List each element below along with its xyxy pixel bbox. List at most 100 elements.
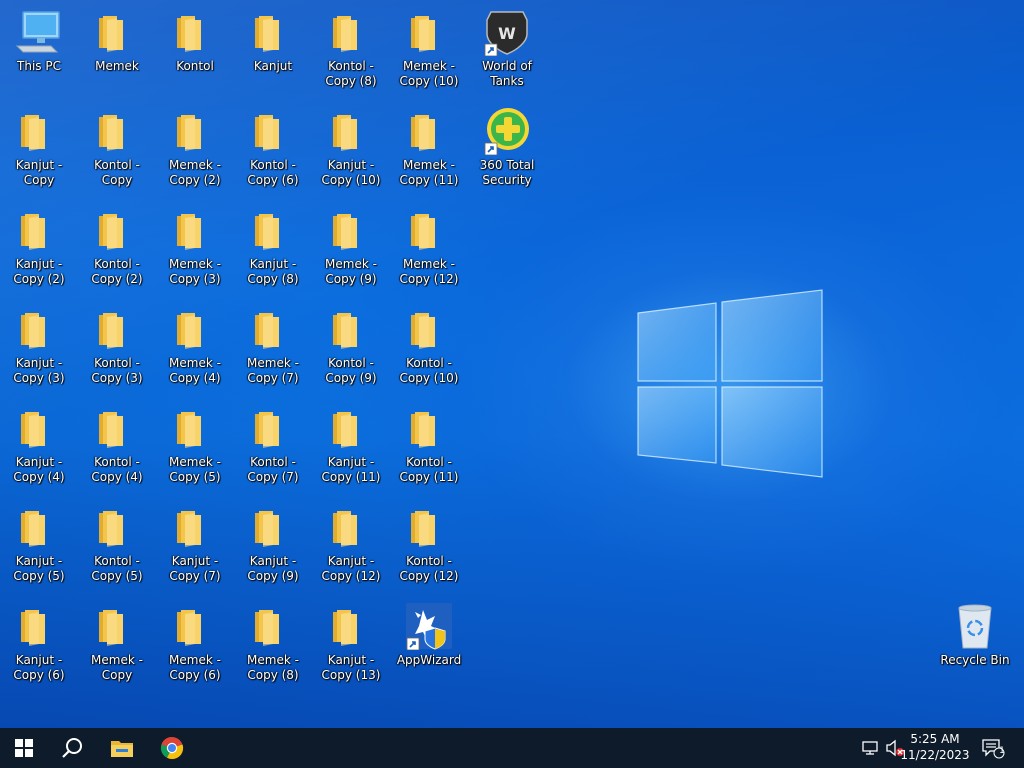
- clock-time: 5:25 AM: [910, 732, 960, 746]
- desktop-icon-recycle-bin[interactable]: Recycle Bin: [936, 602, 1014, 668]
- desktop-icon-memek-copy-10[interactable]: Memek - Copy (10): [390, 8, 468, 89]
- icon-label: Kontol - Copy (5): [91, 554, 143, 583]
- desktop-icon-360-total-security[interactable]: 360 Total Security: [468, 107, 546, 188]
- desktop-icon-kontol-copy-5[interactable]: Kontol - Copy (5): [78, 503, 156, 584]
- desktop-icon-kanjut-copy-5[interactable]: Kanjut - Copy (5): [0, 503, 78, 584]
- notification-count: 1: [999, 746, 1005, 756]
- desktop-icon-memek-copy-2[interactable]: Memek - Copy (2): [156, 107, 234, 188]
- desktop-icon-kontol-copy-12[interactable]: Kontol - Copy (12): [390, 503, 468, 584]
- icon-glyph: [171, 503, 219, 551]
- icon-label: Kanjut - Copy (2): [13, 257, 65, 286]
- desktop-icon-kontol-copy-9[interactable]: Kontol - Copy (9): [312, 305, 390, 386]
- desktop-icon-memek-copy-5[interactable]: Memek - Copy (5): [156, 404, 234, 485]
- icon-label: Kanjut - Copy (8): [247, 257, 299, 286]
- desktop-icon-kontol-copy-8[interactable]: Kontol - Copy (8): [312, 8, 390, 89]
- folder-icon: [99, 214, 123, 250]
- desktop-icon-kontol-copy-10[interactable]: Kontol - Copy (10): [390, 305, 468, 386]
- chrome-button[interactable]: [148, 728, 196, 768]
- icon-glyph: [327, 404, 375, 452]
- icon-glyph: [327, 602, 375, 650]
- search-button[interactable]: [48, 728, 96, 768]
- desktop-icon-memek-copy[interactable]: Memek - Copy: [78, 602, 156, 683]
- this-pc-icon: [15, 11, 60, 53]
- network-icon: [862, 741, 878, 755]
- desktop-icon-kanjut-copy-2[interactable]: Kanjut - Copy (2): [0, 206, 78, 287]
- icon-label: Kanjut - Copy (6): [13, 653, 65, 682]
- icon-label: Kontol: [176, 59, 214, 73]
- icon-glyph: [171, 8, 219, 56]
- folder-icon: [411, 313, 435, 349]
- desktop-icon-kanjut-copy-11[interactable]: Kanjut - Copy (11): [312, 404, 390, 485]
- clock[interactable]: 5:25 AM 11/22/2023: [900, 731, 970, 763]
- desktop-icon-kontol-copy-4[interactable]: Kontol - Copy (4): [78, 404, 156, 485]
- folder-icon: [99, 412, 123, 448]
- icon-label: Memek - Copy (10): [399, 59, 459, 88]
- desktop-icon-kontol-copy-2[interactable]: Kontol - Copy (2): [78, 206, 156, 287]
- desktop-icon-kontol-copy-7[interactable]: Kontol - Copy (7): [234, 404, 312, 485]
- desktop-icon-memek-copy-12[interactable]: Memek - Copy (12): [390, 206, 468, 287]
- desktop-icon-kontol[interactable]: Kontol: [156, 8, 234, 74]
- icon-glyph: [405, 602, 453, 651]
- desktop-icon-kanjut-copy-10[interactable]: Kanjut - Copy (10): [312, 107, 390, 188]
- desktop-icon-kanjut-copy-4[interactable]: Kanjut - Copy (4): [0, 404, 78, 485]
- icon-label: 360 Total Security: [479, 158, 535, 187]
- desktop-icon-memek-copy-7[interactable]: Memek - Copy (7): [234, 305, 312, 386]
- desktop-icon-kontol-copy-3[interactable]: Kontol - Copy (3): [78, 305, 156, 386]
- desktop-icon-kanjut-copy-12[interactable]: Kanjut - Copy (12): [312, 503, 390, 584]
- desktop-icon-appwizard[interactable]: AppWizard: [390, 602, 468, 668]
- icon-label: Kontol - Copy (6): [247, 158, 299, 187]
- desktop-icon-kanjut-copy-3[interactable]: Kanjut - Copy (3): [0, 305, 78, 386]
- desktop-icon-memek-copy-11[interactable]: Memek - Copy (11): [390, 107, 468, 188]
- start-button[interactable]: [0, 728, 48, 768]
- icon-label: Kontol - Copy (11): [399, 455, 459, 484]
- desktop-icon-this-pc[interactable]: This PC: [0, 8, 78, 74]
- file-explorer-button[interactable]: [98, 728, 146, 768]
- desktop-icon-memek-copy-8[interactable]: Memek - Copy (8): [234, 602, 312, 683]
- folder-icon: [411, 16, 435, 52]
- appwizard-icon: [406, 603, 452, 651]
- desktop-icon-memek-copy-3[interactable]: Memek - Copy (3): [156, 206, 234, 287]
- folder-icon: [255, 511, 279, 547]
- desktop-icon-memek[interactable]: Memek: [78, 8, 156, 74]
- desktop-icon-kanjut-copy-8[interactable]: Kanjut - Copy (8): [234, 206, 312, 287]
- folder-icon: [177, 16, 201, 52]
- folder-icon: [99, 610, 123, 646]
- desktop-icon-kanjut[interactable]: Kanjut: [234, 8, 312, 74]
- icon-label: Kontol - Copy (9): [325, 356, 377, 385]
- icon-glyph: [15, 503, 63, 551]
- desktop-icon-kontol-copy-11[interactable]: Kontol - Copy (11): [390, 404, 468, 485]
- icon-glyph: [15, 404, 63, 452]
- desktop-icon-kontol-copy-6[interactable]: Kontol - Copy (6): [234, 107, 312, 188]
- desktop-icon-memek-copy-4[interactable]: Memek - Copy (4): [156, 305, 234, 386]
- desktop-icon-kanjut-copy-9[interactable]: Kanjut - Copy (9): [234, 503, 312, 584]
- desktop-icon-kanjut-copy-6[interactable]: Kanjut - Copy (6): [0, 602, 78, 683]
- folder-icon: [333, 16, 357, 52]
- network-tray[interactable]: [860, 728, 882, 768]
- action-center-button[interactable]: 1: [978, 728, 1008, 768]
- search-icon: [62, 738, 82, 758]
- icon-glyph: [93, 8, 141, 56]
- desktop-icon-world-of-tanks[interactable]: W World of Tanks: [468, 8, 546, 89]
- icon-label: Memek - Copy (9): [325, 257, 377, 286]
- chrome-icon: [160, 736, 184, 760]
- desktop-icon-kontol-copy[interactable]: Kontol - Copy: [78, 107, 156, 188]
- folder-icon: [177, 610, 201, 646]
- icon-label: Memek: [95, 59, 139, 73]
- folder-icon: [333, 214, 357, 250]
- folder-icon: [333, 313, 357, 349]
- desktop-icon-memek-copy-6[interactable]: Memek - Copy (6): [156, 602, 234, 683]
- desktop-icon-kanjut-copy-13[interactable]: Kanjut - Copy (13): [312, 602, 390, 683]
- folder-icon: [99, 16, 123, 52]
- icon-label: Memek - Copy (6): [169, 653, 221, 682]
- folder-icon: [177, 412, 201, 448]
- folder-icon: [255, 610, 279, 646]
- icon-label: Kontol - Copy (8): [325, 59, 377, 88]
- file-explorer-icon: [111, 741, 133, 757]
- icon-label: Kanjut - Copy (3): [13, 356, 65, 385]
- desktop-icon-kanjut-copy[interactable]: Kanjut - Copy: [0, 107, 78, 188]
- desktop-icon-kanjut-copy-7[interactable]: Kanjut - Copy (7): [156, 503, 234, 584]
- icon-glyph: [15, 602, 63, 650]
- desktop-icon-memek-copy-9[interactable]: Memek - Copy (9): [312, 206, 390, 287]
- icon-glyph: [405, 503, 453, 551]
- world-of-tanks-icon: W: [484, 11, 528, 57]
